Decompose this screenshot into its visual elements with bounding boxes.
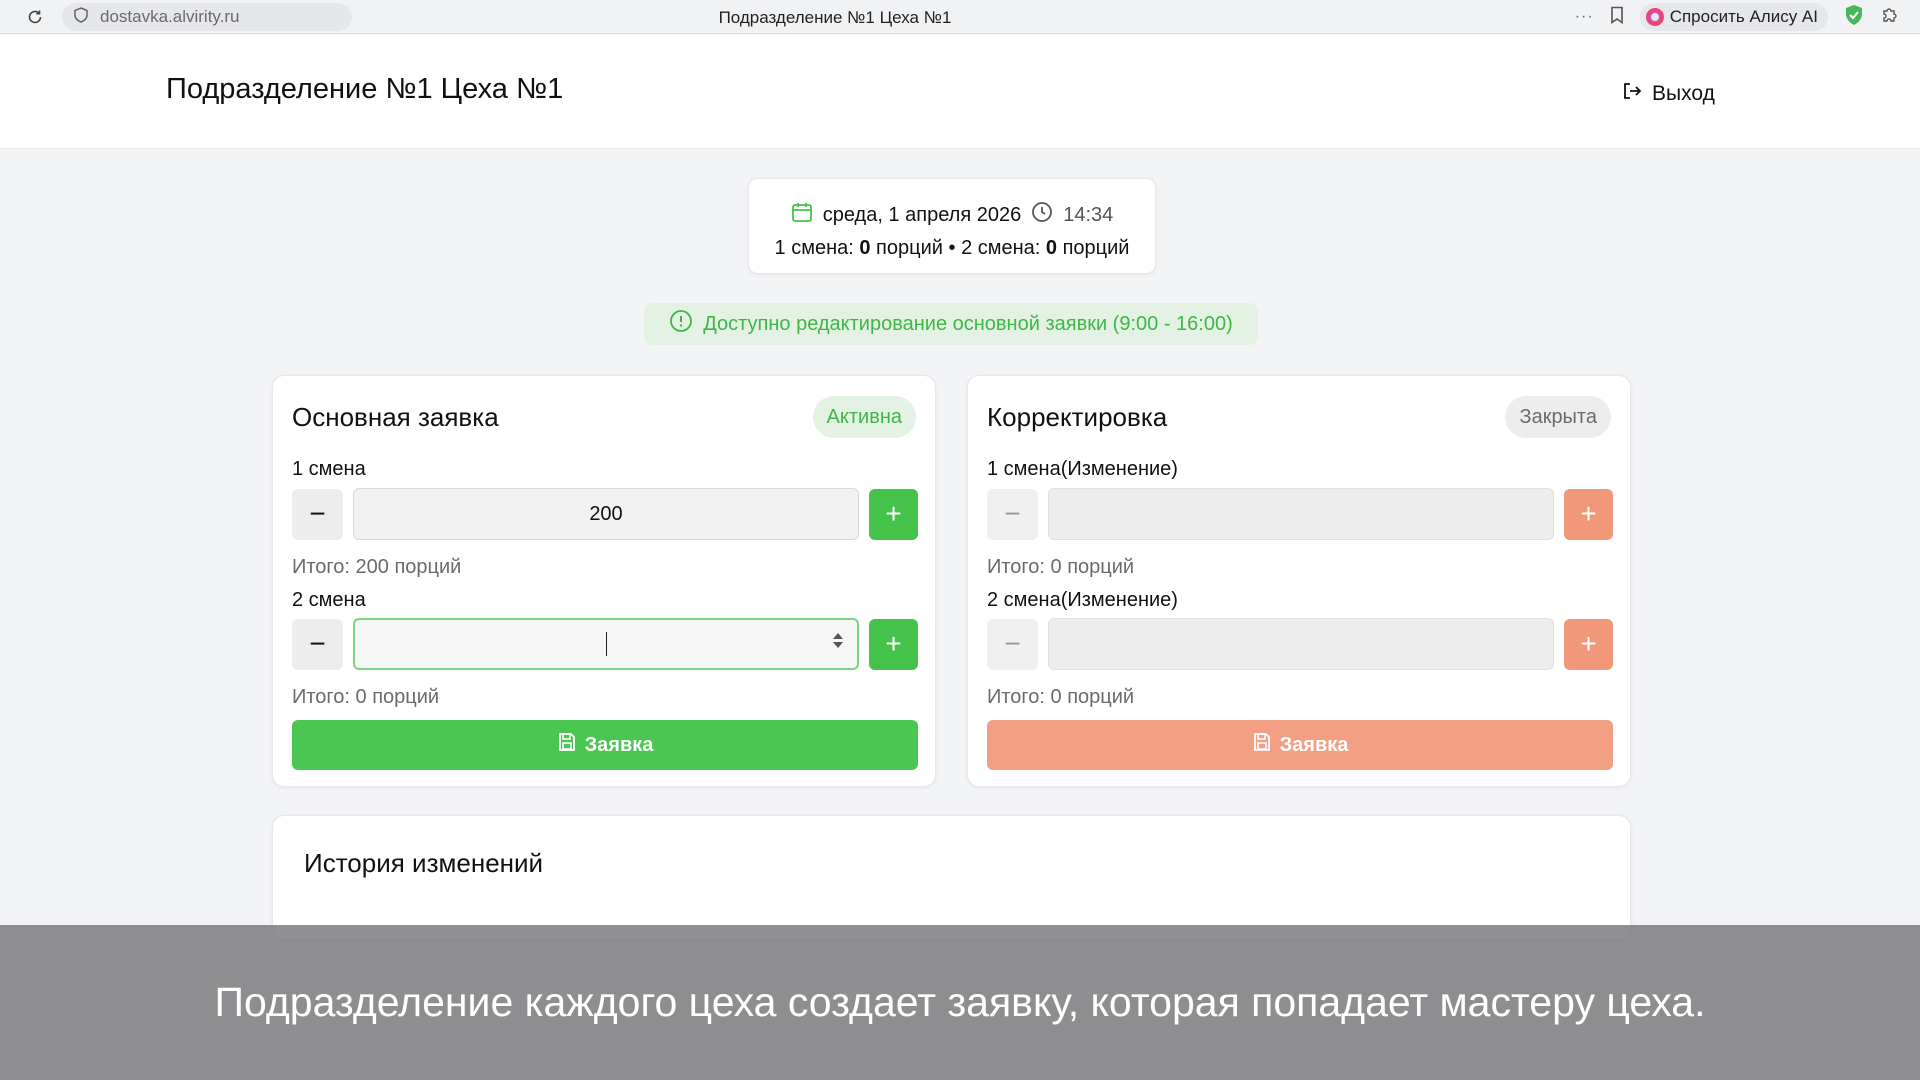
history-card: История изменений bbox=[272, 815, 1631, 940]
submit-label: Заявка bbox=[1279, 733, 1349, 756]
correction-shift2-increment-button[interactable]: + bbox=[1564, 618, 1613, 670]
editing-notice: Доступно редактирование основной заявки … bbox=[644, 303, 1258, 345]
shift1-quantity-input[interactable]: 200 bbox=[353, 488, 859, 540]
correction-shift2-label: 2 смена(Изменение) bbox=[987, 589, 1178, 611]
app-header: Подразделение №1 Цеха №1 Выход bbox=[0, 35, 1920, 149]
shift2-quantity-input[interactable] bbox=[353, 618, 859, 670]
save-icon bbox=[1252, 732, 1272, 758]
status-badge: Активна bbox=[812, 396, 916, 438]
correction-shift2-input[interactable] bbox=[1048, 618, 1554, 670]
video-caption: Подразделение каждого цеха создает заявк… bbox=[0, 925, 1920, 1080]
shift1-summary-label: 1 смена: bbox=[774, 237, 860, 259]
logout-icon bbox=[1622, 81, 1642, 107]
browser-toolbar: dostavka.alvirity.ru Подразделение №1 Це… bbox=[0, 0, 1920, 34]
shift2-total: Итого: 0 порций bbox=[292, 686, 440, 708]
correction-shift1-label: 1 смена(Изменение) bbox=[987, 458, 1178, 480]
correction-shift1-total: Итого: 0 порций bbox=[987, 556, 1135, 578]
logout-button[interactable]: Выход bbox=[1622, 81, 1715, 107]
spinner-icon[interactable] bbox=[833, 633, 843, 648]
more-icon[interactable]: ··· bbox=[1575, 8, 1594, 26]
alisa-icon bbox=[1645, 8, 1664, 26]
correction-shift2-decrement-button[interactable]: − bbox=[987, 618, 1038, 670]
bookmark-icon[interactable] bbox=[1610, 6, 1624, 29]
protect-shield-icon[interactable] bbox=[1844, 4, 1864, 31]
shift1-total: Итого: 200 порций bbox=[292, 556, 462, 578]
portions-summary: 1 смена: 0 порций • 2 смена: 0 порций bbox=[749, 237, 1155, 260]
history-title: История изменений bbox=[304, 848, 544, 878]
correction-shift1-increment-button[interactable]: + bbox=[1564, 488, 1613, 540]
main-order-title: Основная заявка bbox=[292, 402, 499, 432]
alisa-label: Спросить Алису AI bbox=[1669, 7, 1818, 26]
clock-icon bbox=[1031, 201, 1053, 229]
info-icon bbox=[669, 309, 693, 339]
tab-title: Подразделение №1 Цеха №1 bbox=[718, 8, 952, 27]
correction-card: Корректировка Закрыта 1 смена(Изменение)… bbox=[967, 375, 1631, 787]
shift2-summary-label: 2 смена: bbox=[961, 237, 1046, 259]
summary-separator: • bbox=[942, 237, 962, 259]
submit-label: Заявка bbox=[584, 733, 654, 756]
calendar-icon bbox=[791, 201, 813, 229]
current-time: 14:34 bbox=[1063, 203, 1114, 226]
correction-shift1-input[interactable] bbox=[1048, 488, 1554, 540]
text-cursor bbox=[605, 632, 607, 656]
correction-title: Корректировка bbox=[987, 402, 1168, 432]
page-title: Подразделение №1 Цеха №1 bbox=[166, 73, 564, 105]
save-icon bbox=[557, 732, 577, 758]
shift1-increment-button[interactable]: + bbox=[869, 488, 918, 540]
correction-shift2-total: Итого: 0 порций bbox=[987, 686, 1135, 708]
status-badge: Закрыта bbox=[1505, 396, 1611, 438]
shift2-increment-button[interactable]: + bbox=[869, 618, 918, 670]
shift1-summary-unit: порций bbox=[870, 237, 943, 259]
date-summary-card: среда, 1 апреля 2026 14:34 1 смена: 0 по… bbox=[748, 178, 1156, 274]
logout-label: Выход bbox=[1652, 82, 1715, 105]
shift2-summary-unit: порций bbox=[1057, 237, 1130, 259]
current-date: среда, 1 апреля 2026 bbox=[822, 203, 1022, 226]
correction-shift1-decrement-button[interactable]: − bbox=[987, 488, 1038, 540]
main-order-card: Основная заявка Активна 1 смена − 200 + … bbox=[272, 375, 936, 787]
shift2-label: 2 смена bbox=[292, 589, 366, 611]
submit-correction-button[interactable]: Заявка bbox=[987, 720, 1613, 770]
shift2-summary-value: 0 bbox=[1045, 237, 1058, 259]
shift2-decrement-button[interactable]: − bbox=[292, 618, 343, 670]
alisa-button[interactable]: Спросить Алису AI bbox=[1639, 3, 1828, 31]
notice-text: Доступно редактирование основной заявки … bbox=[703, 312, 1233, 335]
extensions-icon[interactable] bbox=[1880, 5, 1900, 30]
shift1-decrement-button[interactable]: − bbox=[292, 488, 343, 540]
shift1-label: 1 смена bbox=[292, 458, 366, 480]
submit-main-order-button[interactable]: Заявка bbox=[292, 720, 918, 770]
shift1-summary-value: 0 bbox=[859, 237, 871, 259]
